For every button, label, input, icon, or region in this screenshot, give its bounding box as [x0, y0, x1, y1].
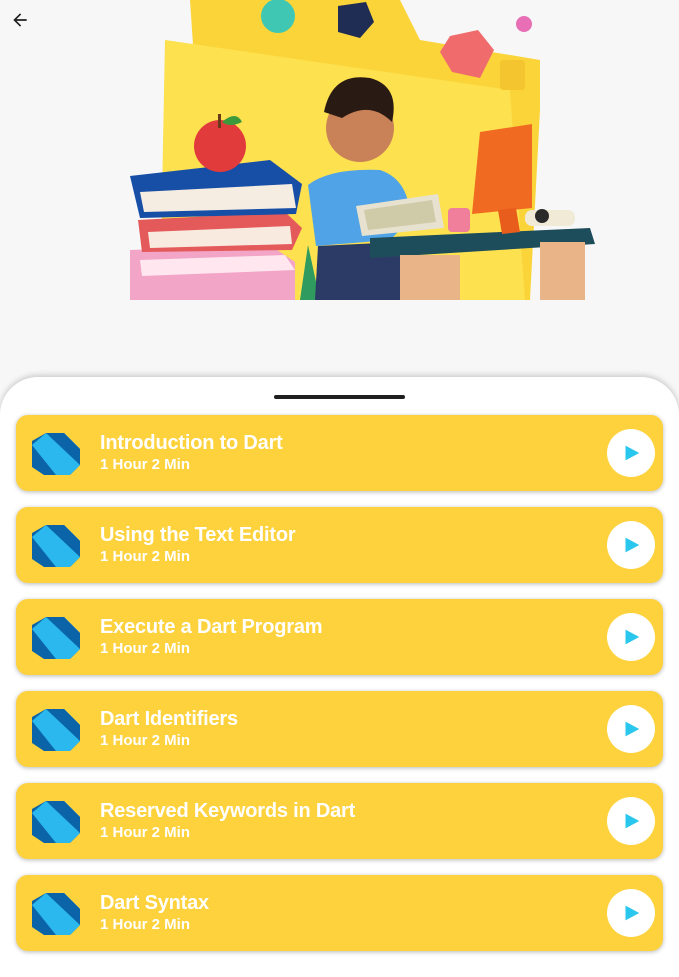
lesson-duration: 1 Hour 2 Min: [100, 824, 191, 841]
play-icon: [625, 721, 640, 737]
lesson-card[interactable]: Reserved Keywords in Dart 1 Hour 2 Min: [16, 783, 663, 859]
lesson-card[interactable]: Execute a Dart Program 1 Hour 2 Min: [16, 599, 663, 675]
lesson-card[interactable]: Dart Syntax 1 Hour 2 Min: [16, 875, 663, 951]
arrow-left-icon: [13, 13, 27, 27]
dart-logo-icon: [32, 433, 80, 475]
lesson-title: Dart Syntax: [100, 892, 209, 914]
play-button[interactable]: [607, 429, 655, 477]
lesson-duration: 1 Hour 2 Min: [100, 732, 191, 749]
dart-logo-icon: [32, 617, 80, 659]
lesson-duration: 1 Hour 2 Min: [100, 548, 191, 565]
play-icon: [625, 445, 640, 461]
play-icon: [625, 905, 640, 921]
lesson-card[interactable]: Dart Identifiers 1 Hour 2 Min: [16, 691, 663, 767]
lesson-title: Dart Identifiers: [100, 708, 238, 730]
hero-illustration: [130, 0, 595, 300]
play-icon: [625, 629, 640, 645]
play-button[interactable]: [607, 521, 655, 569]
dart-logo-icon: [32, 893, 80, 935]
lesson-title: Execute a Dart Program: [100, 616, 323, 638]
play-button[interactable]: [607, 613, 655, 661]
dart-logo-icon: [32, 709, 80, 751]
lesson-title: Reserved Keywords in Dart: [100, 800, 356, 822]
play-button[interactable]: [607, 797, 655, 845]
play-icon: [625, 813, 640, 829]
header-area: [0, 0, 679, 380]
dart-logo-icon: [32, 525, 80, 567]
lesson-duration: 1 Hour 2 Min: [100, 916, 191, 933]
drag-handle[interactable]: [274, 395, 405, 399]
lesson-title: Using the Text Editor: [100, 524, 296, 546]
play-icon: [625, 537, 640, 553]
lesson-duration: 1 Hour 2 Min: [100, 456, 191, 473]
lesson-duration: 1 Hour 2 Min: [100, 640, 191, 657]
lesson-card[interactable]: Using the Text Editor 1 Hour 2 Min: [16, 507, 663, 583]
lesson-title: Introduction to Dart: [100, 432, 283, 454]
play-button[interactable]: [607, 889, 655, 937]
lesson-card[interactable]: Introduction to Dart 1 Hour 2 Min: [16, 415, 663, 491]
play-button[interactable]: [607, 705, 655, 753]
back-button[interactable]: [6, 6, 34, 34]
dart-logo-icon: [32, 801, 80, 843]
